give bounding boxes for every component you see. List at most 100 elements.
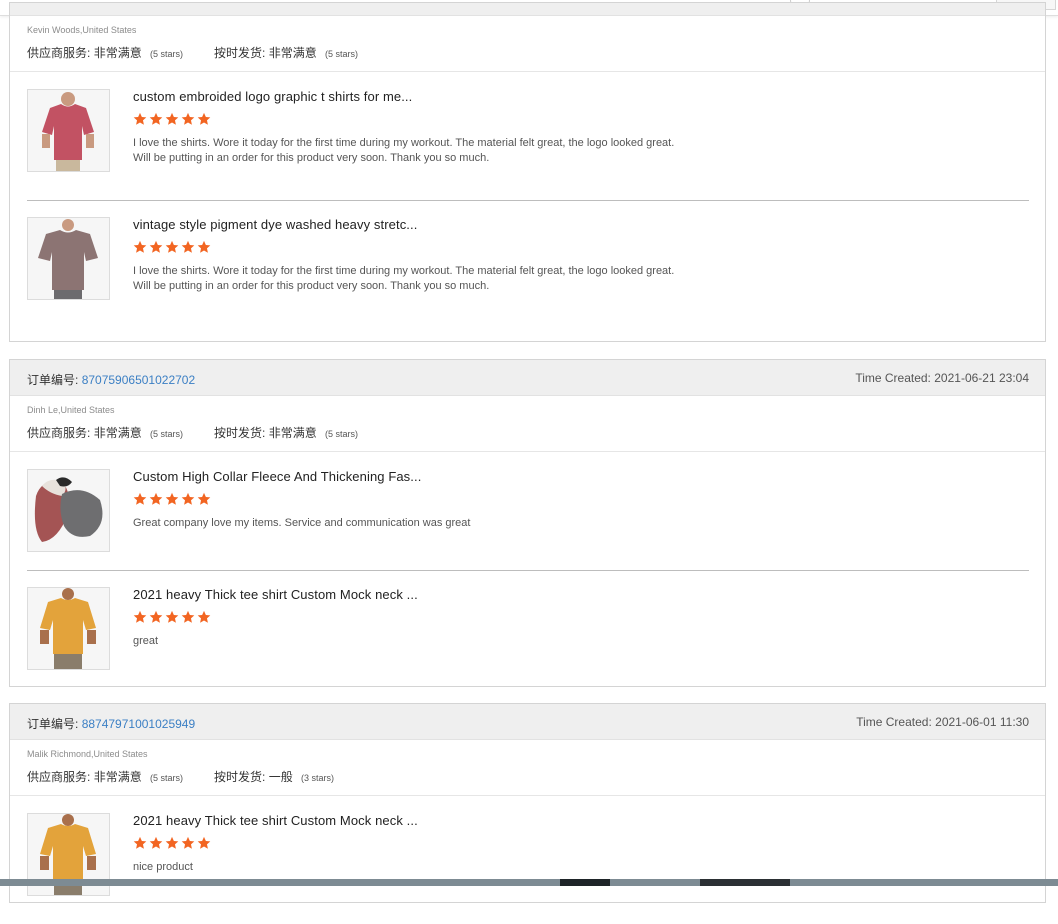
order-number: 订单编号: 88747971001025949 [27, 715, 195, 732]
star-icon [149, 240, 163, 253]
order-number: 订单编号: 87075906501022702 [27, 371, 195, 388]
star-rating [133, 112, 211, 128]
star-icon [181, 112, 195, 125]
order-header: 订单编号: 88747971001025949 Time Created: 20… [10, 704, 1045, 740]
order-number-link[interactable]: 88747971001025949 [82, 717, 195, 731]
supplier-service-value: 非常满意 [93, 426, 142, 440]
supplier-service-stars: (5 stars) [150, 49, 184, 59]
on-time-delivery-value: 一般 [268, 770, 293, 784]
review-item: Custom High Collar Fleece And Thickening… [10, 452, 1045, 570]
review-text: nice product [133, 861, 193, 873]
star-icon [165, 112, 179, 125]
star-icon [197, 112, 211, 125]
mauve-tshirt-image [28, 218, 109, 299]
star-icon [165, 492, 179, 505]
taskbar-strip [0, 879, 1058, 886]
on-time-delivery-label: 按时发货: [214, 770, 266, 784]
product-thumbnail[interactable] [27, 469, 110, 552]
taskbar-segment [700, 879, 790, 886]
on-time-delivery-value: 非常满意 [268, 46, 317, 60]
product-title[interactable]: Custom High Collar Fleece And Thickening… [133, 469, 421, 484]
order-review-card: 订单编号: 87075906501022702 Time Created: 20… [9, 359, 1046, 687]
star-icon [133, 610, 147, 623]
red-tshirt-image [28, 90, 109, 171]
supplier-service-stars: (5 stars) [150, 429, 184, 439]
on-time-delivery-label: 按时发货: [214, 46, 266, 60]
review-item: vintage style pigment dye washed heavy s… [10, 200, 1045, 328]
buyer-name: Dinh Le,United States [27, 405, 115, 415]
supplier-service-stars: (5 stars) [150, 773, 184, 783]
on-time-delivery-label: 按时发货: [214, 426, 266, 440]
review-item: custom embroided logo graphic t shirts f… [10, 72, 1045, 200]
supplier-service-value: 非常满意 [93, 770, 142, 784]
review-text: I love the shirts. Wore it today for the… [133, 265, 675, 292]
supplier-service-rating: 供应商服务: 非常满意 (5 stars) [27, 424, 183, 441]
product-thumbnail[interactable] [27, 217, 110, 300]
item-divider [27, 200, 1029, 201]
star-icon [149, 112, 163, 125]
supplier-service-rating: 供应商服务: 非常满意 (5 stars) [27, 768, 183, 785]
supplier-service-label: 供应商服务: [27, 770, 91, 784]
time-created-label: Time Created: [856, 715, 932, 729]
product-thumbnail[interactable] [27, 89, 110, 172]
star-icon [181, 240, 195, 253]
product-title[interactable]: custom embroided logo graphic t shirts f… [133, 89, 412, 104]
order-header: 订单编号: 87075906501022702 Time Created: 20… [10, 360, 1045, 396]
star-icon [197, 492, 211, 505]
star-icon [181, 492, 195, 505]
time-created: Time Created: 2021-06-01 11:30 [856, 715, 1029, 729]
on-time-delivery-stars: (3 stars) [301, 773, 335, 783]
supplier-service-value: 非常满意 [93, 46, 142, 60]
order-review-card: 订单编号: 88747971001025949 Time Created: 20… [9, 703, 1046, 903]
supplier-service-rating: 供应商服务: 非常满意 (5 stars) [27, 44, 183, 61]
star-rating [133, 610, 211, 626]
supplier-service-label: 供应商服务: [27, 426, 91, 440]
on-time-delivery-stars: (5 stars) [325, 49, 359, 59]
buyer-name: Malik Richmond,United States [27, 749, 148, 759]
order-review-card: Kevin Woods,United States 供应商服务: 非常满意 (5… [9, 2, 1046, 342]
star-icon [149, 610, 163, 623]
star-icon [133, 112, 147, 125]
time-created-label: Time Created: [855, 371, 931, 385]
time-created-value: 2021-06-01 11:30 [935, 715, 1029, 729]
star-rating [133, 836, 211, 852]
order-number-label: 订单编号: [27, 373, 79, 387]
star-icon [181, 836, 195, 849]
review-text: Great company love my items. Service and… [133, 517, 471, 529]
star-icon [165, 610, 179, 623]
star-icon [197, 240, 211, 253]
order-number-link[interactable]: 87075906501022702 [82, 373, 195, 387]
star-icon [165, 836, 179, 849]
star-rating [133, 240, 211, 256]
fleece-hoodies-image [28, 470, 109, 551]
order-header [10, 3, 1045, 16]
buyer-rating-row: Malik Richmond,United States 供应商服务: 非常满意… [10, 740, 1045, 796]
taskbar-segment [560, 879, 610, 886]
buyer-rating-row: Kevin Woods,United States 供应商服务: 非常满意 (5… [10, 16, 1045, 72]
buyer-name: Kevin Woods,United States [27, 25, 137, 35]
product-title[interactable]: 2021 heavy Thick tee shirt Custom Mock n… [133, 587, 418, 602]
star-icon [133, 240, 147, 253]
review-text: great [133, 635, 159, 647]
supplier-service-label: 供应商服务: [27, 46, 91, 60]
star-icon [197, 610, 211, 623]
star-icon [181, 610, 195, 623]
star-icon [149, 492, 163, 505]
buyer-rating-row: Dinh Le,United States 供应商服务: 非常满意 (5 sta… [10, 396, 1045, 452]
on-time-delivery-stars: (5 stars) [325, 429, 359, 439]
order-number-label: 订单编号: [27, 717, 79, 731]
review-text: I love the shirts. Wore it today for the… [133, 137, 675, 164]
star-icon [197, 836, 211, 849]
review-item: 2021 heavy Thick tee shirt Custom Mock n… [10, 796, 1045, 924]
on-time-delivery-value: 非常满意 [268, 426, 317, 440]
time-created-value: 2021-06-21 23:04 [934, 371, 1029, 385]
on-time-delivery-rating: 按时发货: 非常满意 (5 stars) [214, 44, 358, 61]
on-time-delivery-rating: 按时发货: 一般 (3 stars) [214, 768, 334, 785]
star-icon [149, 836, 163, 849]
product-title[interactable]: vintage style pigment dye washed heavy s… [133, 217, 417, 232]
product-thumbnail[interactable] [27, 587, 110, 670]
product-title[interactable]: 2021 heavy Thick tee shirt Custom Mock n… [133, 813, 418, 828]
mustard-tshirt-image [28, 588, 109, 669]
star-icon [133, 492, 147, 505]
star-rating [133, 492, 211, 508]
